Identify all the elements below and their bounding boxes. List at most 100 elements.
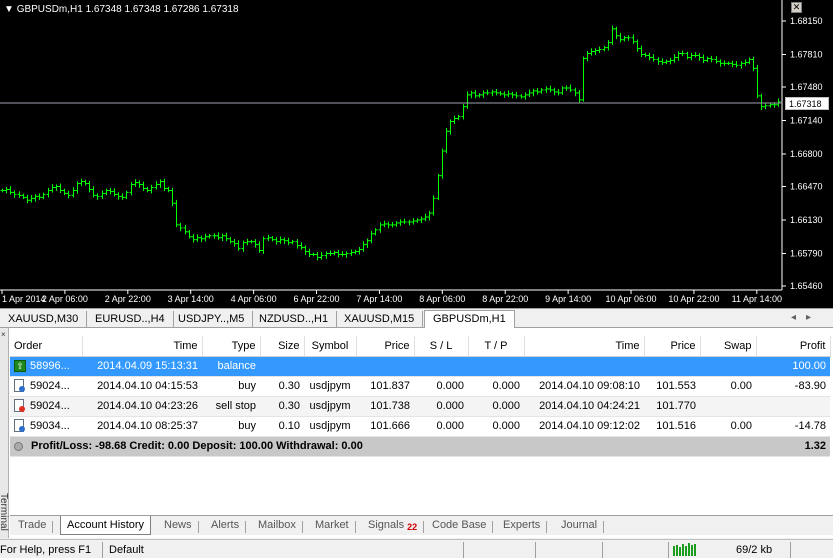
col-type[interactable]: Type — [202, 336, 261, 357]
ohlc-bar — [290, 239, 295, 245]
chart-canvas[interactable]: 1.68150 1.67810 1.67480 1.67140 1.66800 1.664… — [0, 0, 833, 308]
summary-text: Profit/Loss: -98.68 Credit: 0.00 Deposit… — [31, 440, 363, 452]
col-close-price[interactable]: Price — [644, 336, 701, 357]
ohlc-bar — [697, 53, 702, 61]
ohlc-bar — [672, 54, 677, 63]
ohlc-bar — [245, 238, 250, 246]
tab-scroll-right-icon[interactable]: ▸ — [806, 312, 821, 323]
connection-bars-icon[interactable] — [673, 543, 697, 556]
order-cancelled-icon — [14, 399, 26, 413]
tab-code-base[interactable]: Code Base — [426, 518, 494, 533]
col-close-time[interactable]: Time — [524, 336, 645, 357]
chart-tab-gbpusdm-h1[interactable]: GBPUSDm,H1 — [424, 310, 515, 329]
chart-tab-eurusd-h4[interactable]: EURUSD..,H4 — [87, 311, 174, 327]
tab-experts[interactable]: Experts — [497, 518, 548, 533]
status-profile[interactable]: Default — [109, 543, 144, 557]
terminal-close-icon[interactable]: × — [1, 331, 8, 339]
ohlc-bar — [485, 89, 490, 96]
ohlc-bar — [490, 89, 495, 97]
table-row[interactable]: 59024... 2014.04.10 04:23:26 sell stop 0… — [10, 396, 830, 417]
ohlc-bar — [112, 188, 117, 197]
ohlc-bar — [734, 60, 739, 68]
table-row[interactable]: 59034... 2014.04.10 08:25:37 buy 0.10 us… — [10, 416, 830, 437]
ohlc-bar — [37, 193, 42, 200]
cell-close-price: 101.770 — [644, 396, 700, 417]
tab-trade[interactable]: Trade — [12, 518, 54, 533]
col-tp[interactable]: T / P — [468, 336, 525, 357]
tab-account-history[interactable]: Account History — [60, 516, 152, 535]
tab-scroll-left-icon[interactable]: ◂ — [791, 312, 806, 323]
cell-size: 0.30 — [260, 396, 304, 417]
cell-size — [260, 356, 304, 377]
ohlc-bar — [50, 184, 55, 193]
col-price[interactable]: Price — [356, 336, 415, 357]
time-tick-label: 8 Apr 22:00 — [482, 294, 528, 304]
ohlc-bar — [104, 188, 109, 196]
ohlc-bar — [419, 216, 424, 223]
ohlc-bar — [440, 148, 445, 179]
terminal-side-label: Terminal — [0, 493, 9, 531]
chart-close-icon[interactable]: ✕ — [791, 2, 802, 13]
ohlc-bar — [357, 246, 362, 255]
tab-alerts[interactable]: Alerts — [205, 518, 247, 533]
col-profit[interactable]: Profit — [756, 336, 831, 357]
price-chart[interactable]: 1.68150 1.67810 1.67480 1.67140 1.66800 1.664… — [0, 0, 833, 308]
ohlc-bar — [108, 187, 113, 195]
ohlc-bar — [568, 84, 573, 93]
ohlc-bar — [178, 222, 183, 232]
ohlc-bar — [514, 91, 519, 99]
chart-tab-xauusd-m30[interactable]: XAUUSD,M30 — [0, 311, 88, 327]
time-tick-label: 10 Apr 06:00 — [606, 294, 657, 304]
chart-menu-arrow-icon[interactable]: ▼ — [4, 4, 14, 15]
ohlc-bar — [361, 241, 366, 252]
cell-order: 59024... — [10, 396, 82, 417]
cell-price: 101.738 — [356, 396, 414, 417]
table-row[interactable]: 59024... 2014.04.10 04:15:53 buy 0.30 us… — [10, 376, 830, 397]
ohlc-bar — [328, 250, 333, 257]
chart-tab-usdjpy-m5[interactable]: USDJPY..,M5 — [170, 311, 254, 327]
ohlc-bar — [307, 248, 312, 258]
ohlc-bar — [33, 194, 38, 202]
ohlc-bar — [166, 186, 171, 193]
cell-time: 2014.04.09 15:13:31 — [82, 356, 202, 377]
tab-market[interactable]: Market — [309, 518, 356, 533]
terminal-panel: × Terminal Order Time Type Size Symbol P… — [0, 328, 833, 538]
ohlc-bar — [133, 179, 138, 187]
price-tick-label: 1.65460 — [790, 281, 823, 291]
ohlc-bar — [709, 55, 714, 63]
col-time[interactable]: Time — [82, 336, 203, 357]
ohlc-bar — [676, 51, 681, 61]
ohlc-bar — [535, 87, 540, 95]
tab-journal[interactable]: Journal — [555, 518, 605, 533]
account-history-table: Order Time Type Size Symbol Price S / L … — [10, 336, 831, 457]
chart-tab-xauusd-m15[interactable]: XAUUSD,M15 — [336, 311, 424, 327]
ohlc-bar — [398, 219, 403, 226]
tab-signals[interactable]: Signals 22 — [362, 518, 425, 533]
ohlc-bar — [680, 50, 685, 57]
tab-scroll-arrows: ◂▸ — [791, 312, 821, 323]
cell-close-time: 2014.04.10 09:12:02 — [524, 416, 644, 437]
col-size[interactable]: Size — [260, 336, 305, 357]
ohlc-bar — [465, 91, 470, 109]
ohlc-bar — [597, 46, 602, 54]
chart-tab-nzdusd-h1[interactable]: NZDUSD..,H1 — [251, 311, 338, 327]
col-order[interactable]: Order — [10, 336, 83, 357]
time-tick-label: 6 Apr 22:00 — [293, 294, 339, 304]
tab-news[interactable]: News — [158, 518, 199, 533]
cell-tp: 0.000 — [468, 396, 524, 417]
table-row[interactable]: ⇧ 58996... 2014.04.09 15:13:31 balance 10… — [10, 356, 830, 377]
ohlc-bar — [191, 234, 196, 243]
ohlc-bar — [261, 236, 266, 254]
ohlc-bar — [407, 219, 412, 226]
col-swap[interactable]: Swap — [700, 336, 757, 357]
ohlc-bar — [71, 187, 76, 198]
cell-close-time: 2014.04.10 04:24:21 — [524, 396, 644, 417]
tab-mailbox[interactable]: Mailbox — [252, 518, 303, 533]
ohlc-bar — [174, 199, 179, 228]
ohlc-bar — [365, 238, 370, 248]
cell-type: balance — [202, 356, 260, 377]
col-sl[interactable]: S / L — [414, 336, 469, 357]
ohlc-bar — [141, 181, 146, 192]
cell-tp — [468, 356, 524, 377]
col-symbol[interactable]: Symbol — [304, 336, 357, 357]
